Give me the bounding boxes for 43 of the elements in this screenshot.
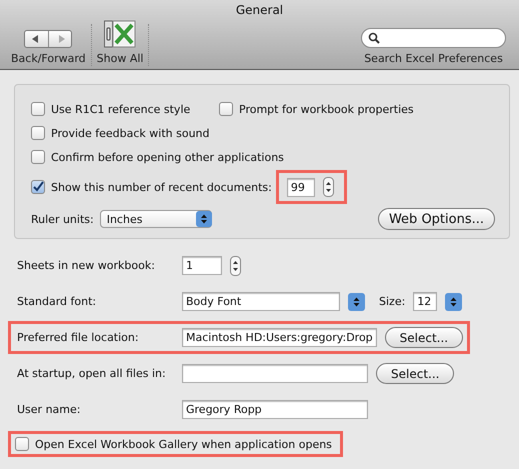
user-name-field[interactable]: Gregory Ropp: [182, 400, 368, 419]
stepper-icon[interactable]: [445, 292, 462, 310]
window-title: General: [234, 2, 284, 19]
checkbox[interactable]: [31, 180, 45, 194]
setting-label: Sheets in new workbook:: [17, 259, 156, 272]
spreadsheet-icon[interactable]: [104, 20, 136, 48]
ruler-units-label: Ruler units:: [31, 212, 94, 226]
checkbox[interactable]: [219, 102, 233, 116]
checkbox-label: Show this number of recent documents:: [51, 180, 272, 194]
dropdown-arrows-icon: [196, 211, 212, 227]
stepper-icon[interactable]: [322, 177, 334, 197]
back-forward-button[interactable]: [24, 30, 72, 48]
web-options-button[interactable]: Web Options...: [378, 208, 495, 230]
stepper-icon[interactable]: [230, 256, 241, 276]
checkbox-label: Prompt for workbook properties: [239, 102, 414, 116]
search-label: Search Excel Preferences: [364, 52, 503, 65]
input-field[interactable]: 1: [182, 256, 222, 275]
ruler-units-dropdown[interactable]: Inches: [100, 210, 212, 228]
search-icon: [368, 32, 380, 44]
checkbox[interactable]: [15, 437, 29, 451]
show-all-label: Show All: [96, 52, 144, 65]
select-button[interactable]: Select...: [384, 327, 464, 348]
setting-label: User name:: [17, 403, 82, 416]
checkbox-label: Confirm before opening other applications: [51, 150, 284, 164]
checkbox[interactable]: [31, 150, 45, 164]
path-field[interactable]: Macintosh HD:Users:gregory:Drop: [182, 328, 377, 347]
setting-label: At startup, open all files in:: [17, 367, 167, 380]
size-label: Size:: [379, 295, 406, 308]
checkbox-label: Open Excel Workbook Gallery when application opens: [35, 438, 332, 450]
checkbox-label: Use R1C1 reference style: [51, 102, 190, 116]
select-button[interactable]: Select...: [376, 363, 454, 384]
path-field[interactable]: [182, 364, 368, 383]
search-field[interactable]: [361, 28, 506, 48]
font-field[interactable]: Body Font: [182, 292, 340, 311]
checkbox-label: Provide feedback with sound: [51, 126, 210, 140]
checkbox[interactable]: [31, 102, 45, 116]
size-field[interactable]: 12: [413, 292, 438, 311]
input-field[interactable]: 99: [286, 178, 315, 196]
setting-label: Preferred file location:: [17, 331, 140, 344]
checkbox[interactable]: [31, 126, 45, 140]
stepper-icon[interactable]: [348, 292, 365, 310]
toolbar-label: Back/Forward: [11, 52, 86, 65]
setting-label: Standard font:: [17, 295, 98, 308]
